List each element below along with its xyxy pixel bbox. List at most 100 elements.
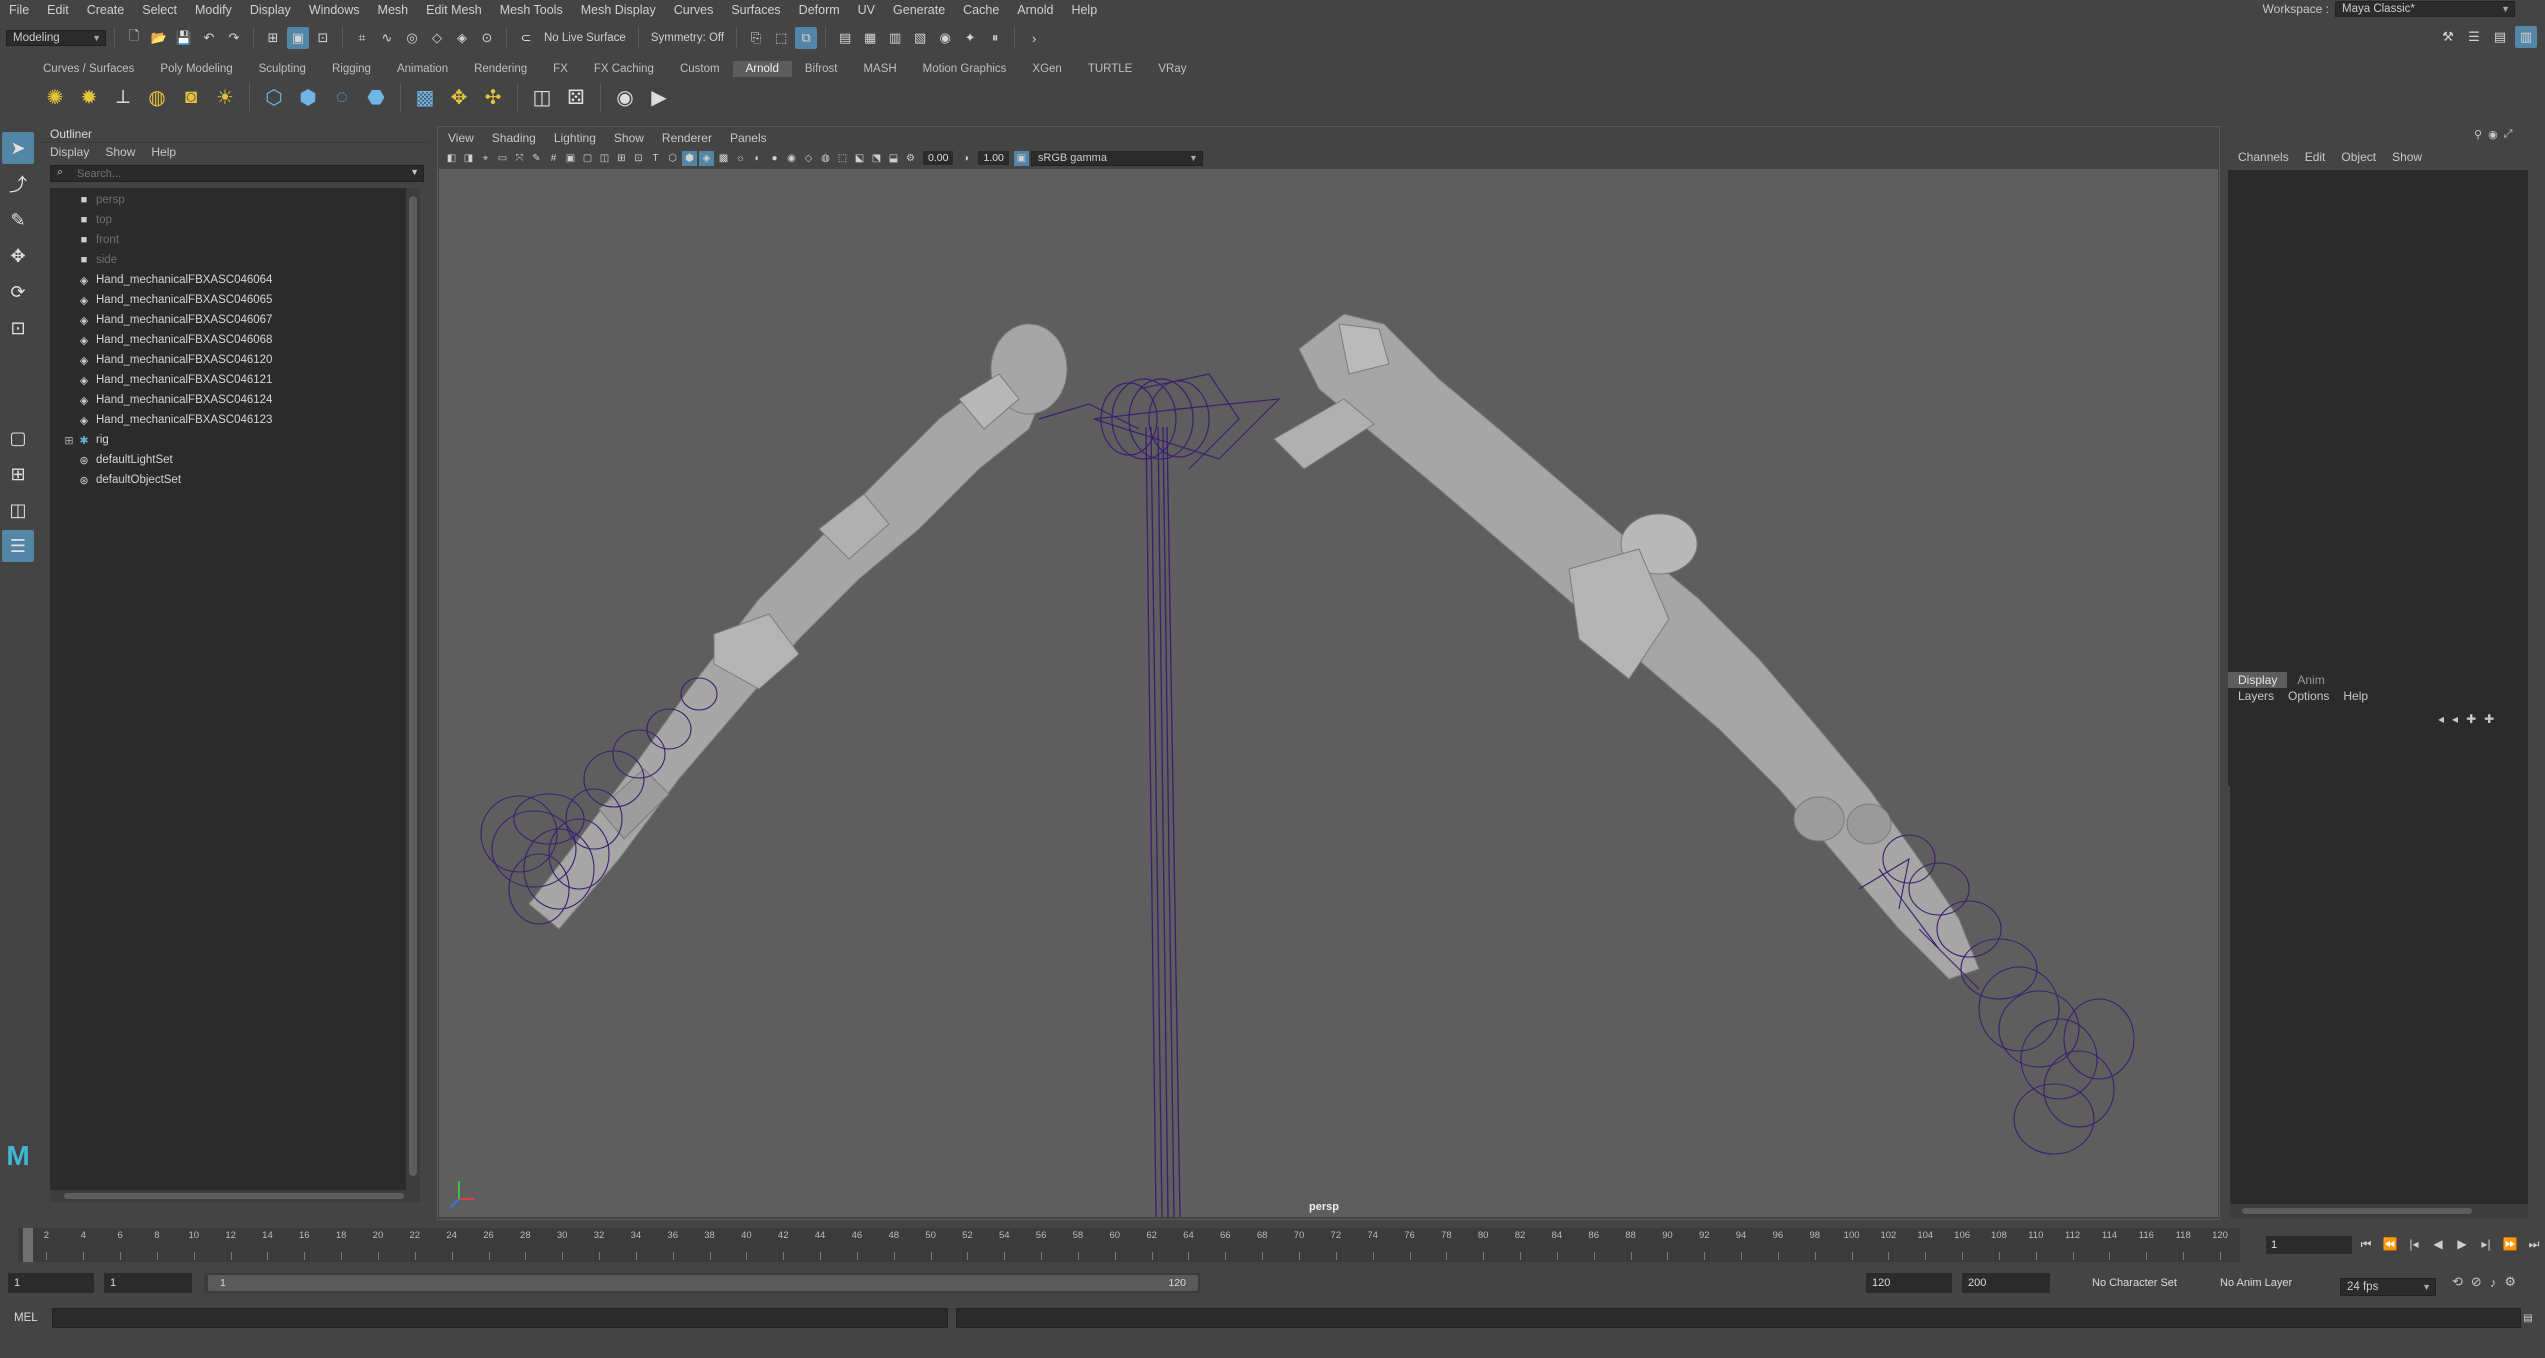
io-icon[interactable]: ⬚ <box>770 27 792 49</box>
attribute-editor-icon[interactable]: ☰ <box>2463 26 2485 48</box>
wireframe-icon[interactable]: ⬡ <box>665 151 680 166</box>
channel-box-menu-channels[interactable]: Channels <box>2238 150 2289 164</box>
color-space-dropdown[interactable]: sRGB gamma ▼ <box>1030 150 1203 166</box>
outliner-item[interactable]: ◈ Hand_mechanicalFBXASC046068 <box>50 330 420 350</box>
render-settings-icon[interactable]: ▧ <box>909 27 931 49</box>
outliner-item[interactable]: ◈ Hand_mechanicalFBXASC046065 <box>50 290 420 310</box>
shelf-tab-fx[interactable]: FX <box>540 61 581 77</box>
menu-arnold[interactable]: Arnold <box>1008 3 1062 17</box>
shelf-tab-rendering[interactable]: Rendering <box>461 61 540 77</box>
workspace-dropdown[interactable]: Maya Classic* ▼ <box>2335 1 2515 17</box>
isolate-select-icon[interactable]: ⬚ <box>835 151 850 166</box>
shelf-tab-poly-modeling[interactable]: Poly Modeling <box>147 61 245 77</box>
open-scene-icon[interactable]: 📂 <box>148 27 170 49</box>
outliner-item[interactable]: ◈ Hand_mechanicalFBXASC046064 <box>50 270 420 290</box>
loop-icon[interactable]: ⟲ <box>2452 1274 2463 1290</box>
outliner-item[interactable]: ■ top <box>50 210 420 230</box>
snap-curve-icon[interactable]: ∿ <box>376 27 398 49</box>
depth-of-field-icon[interactable]: ◍ <box>818 151 833 166</box>
outliner-item[interactable]: ⊞ ✱ rig <box>50 430 420 450</box>
camera-attributes-icon[interactable]: ◨ <box>461 151 476 166</box>
ambient-occlusion-icon[interactable]: ● <box>767 151 782 166</box>
anim-layer-selector[interactable]: No Anim Layer <box>2198 1273 2318 1293</box>
step-back-frame-icon[interactable]: |◂ <box>2404 1234 2424 1254</box>
playback-start-field[interactable]: 1 <box>104 1273 192 1293</box>
layer-menu-layers[interactable]: Layers <box>2238 689 2274 703</box>
channel-box-menu-object[interactable]: Object <box>2341 150 2376 164</box>
move-layer-up-icon[interactable]: ◂ <box>2438 712 2444 726</box>
render-view-eye-icon[interactable]: ◉ <box>610 82 640 112</box>
chevron-down-icon[interactable]: ▼ <box>410 167 419 177</box>
outliner-horizontal-scrollbar[interactable] <box>50 1190 420 1202</box>
outliner-menu-help[interactable]: Help <box>151 145 176 159</box>
xray-joints-icon[interactable]: ⬔ <box>869 151 884 166</box>
auto-key-icon[interactable]: ⊘ <box>2471 1274 2482 1290</box>
go-to-start-icon[interactable]: ⏮ <box>2356 1234 2376 1254</box>
range-slider-track[interactable]: 1 120 <box>204 1273 1200 1293</box>
grease-pencil-icon[interactable]: ✎ <box>529 151 544 166</box>
step-forward-key-icon[interactable]: ⏩ <box>2500 1234 2520 1254</box>
gamma-field[interactable]: 1.00 <box>978 151 1009 165</box>
outliner-menu-display[interactable]: Display <box>50 145 89 159</box>
select-object-icon[interactable]: ▣ <box>287 27 309 49</box>
outliner-item[interactable]: ■ front <box>50 230 420 250</box>
undo-icon[interactable]: ↶ <box>198 27 220 49</box>
layer-list-area[interactable] <box>2230 734 2528 1204</box>
safe-title-icon[interactable]: T <box>648 151 663 166</box>
new-scene-icon[interactable]: 🗋 <box>123 27 145 49</box>
shelf-tab-bifrost[interactable]: Bifrost <box>792 61 851 77</box>
snap-plane-icon[interactable]: ◇ <box>426 27 448 49</box>
redo-icon[interactable]: ↷ <box>223 27 245 49</box>
photometric-light-icon[interactable]: ◍ <box>142 82 172 112</box>
render-view-icon[interactable]: ▤ <box>834 27 856 49</box>
snap-grid-icon[interactable]: ⌗ <box>351 27 373 49</box>
shadows-icon[interactable]: ◐ <box>750 151 765 166</box>
outliner-item[interactable]: ⊛ defaultObjectSet <box>50 470 420 490</box>
shelf-tab-curves-surfaces[interactable]: Curves / Surfaces <box>30 61 147 77</box>
film-gate-icon[interactable]: ▣ <box>563 151 578 166</box>
outliner-item[interactable]: ◈ Hand_mechanicalFBXASC046120 <box>50 350 420 370</box>
preferences-icon[interactable]: ⚙ <box>2504 1274 2516 1290</box>
script-language-label[interactable]: MEL <box>0 1312 52 1324</box>
procedural-icon[interactable]: ⬣ <box>361 82 391 112</box>
outliner-menu-show[interactable]: Show <box>105 145 135 159</box>
live-surface-label[interactable]: No Live Surface <box>540 32 630 44</box>
toggle-sidebar-icon[interactable]: › <box>1023 27 1045 49</box>
animation-end-field[interactable]: 200 <box>1962 1273 2050 1293</box>
menu-curves[interactable]: Curves <box>665 3 723 17</box>
viewport-canvas[interactable]: persp <box>439 169 2218 1217</box>
sound-icon[interactable]: ♪ <box>2490 1275 2497 1290</box>
menu-cache[interactable]: Cache <box>954 3 1008 17</box>
layer-tab-anim[interactable]: Anim <box>2287 672 2334 688</box>
step-back-key-icon[interactable]: ⏪ <box>2380 1234 2400 1254</box>
mesh-light-icon[interactable]: ⟂ <box>108 82 138 112</box>
settings-icon[interactable]: ◉ <box>2488 128 2498 141</box>
select-hierarchy-icon[interactable]: ⊞ <box>262 27 284 49</box>
step-forward-frame-icon[interactable]: ▸| <box>2476 1234 2496 1254</box>
menu-mesh-tools[interactable]: Mesh Tools <box>491 3 572 17</box>
outliner-item[interactable]: ◈ Hand_mechanicalFBXASC046121 <box>50 370 420 390</box>
play-backwards-icon[interactable]: ◀ <box>2428 1234 2448 1254</box>
shelf-tab-mash[interactable]: MASH <box>850 61 909 77</box>
playblast-icon[interactable]: ▶ <box>644 82 674 112</box>
render-frame-icon[interactable]: ▦ <box>859 27 881 49</box>
textured-icon[interactable]: ▩ <box>716 151 731 166</box>
channel-box-menu-edit[interactable]: Edit <box>2305 150 2326 164</box>
new-layer-icon[interactable]: ✚ <box>2466 712 2476 726</box>
menu-modify[interactable]: Modify <box>186 3 241 17</box>
select-component-icon[interactable]: ⊡ <box>312 27 334 49</box>
move-tool-icon[interactable]: ✥ <box>2 240 34 272</box>
magnet-icon[interactable]: ⊂ <box>515 27 537 49</box>
snap-center-icon[interactable]: ⊙ <box>476 27 498 49</box>
gate-mask-icon[interactable]: ◫ <box>597 151 612 166</box>
character-set-selector[interactable]: No Character Set <box>2070 1273 2190 1293</box>
physical-sky-icon[interactable]: ☀ <box>210 82 240 112</box>
layer-menu-options[interactable]: Options <box>2288 689 2329 703</box>
four-view-icon[interactable]: ⊞ <box>2 458 34 490</box>
go-to-end-icon[interactable]: ⏭ <box>2524 1234 2544 1254</box>
volume-icon[interactable]: ⬢ <box>293 82 323 112</box>
menu-mesh-display[interactable]: Mesh Display <box>572 3 665 17</box>
channel-box-icon[interactable]: ▥ <box>2515 26 2537 48</box>
safe-action-icon[interactable]: ⊡ <box>631 151 646 166</box>
hypershade-icon[interactable]: ◉ <box>934 27 956 49</box>
